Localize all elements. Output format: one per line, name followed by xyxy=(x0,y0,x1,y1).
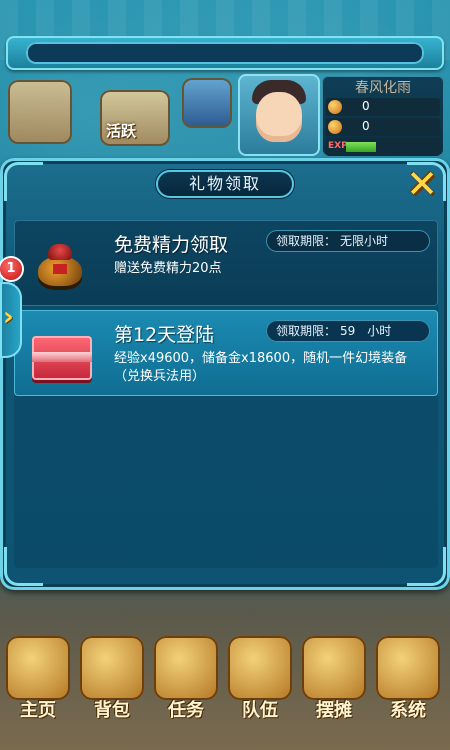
scroll-icon xyxy=(154,636,218,700)
home-icon xyxy=(6,636,70,700)
calendar-icon[interactable] xyxy=(8,80,72,144)
jar-label xyxy=(53,264,67,274)
nav-label: 背包 xyxy=(94,700,130,721)
avatar[interactable] xyxy=(238,74,320,156)
avatar-face xyxy=(256,92,302,142)
bottom-nav: 主页 背包 任务 队伍 摆摊 系统 xyxy=(0,630,450,750)
player-header: 活跃 春风化雨 0 0 EXP xyxy=(0,72,450,158)
gold-icon xyxy=(328,100,342,114)
nav-bag[interactable]: 背包 xyxy=(76,630,148,734)
player-stats: 春风化雨 0 0 EXP xyxy=(322,76,444,156)
coin-icon xyxy=(328,120,342,134)
deadline-badge: 领取期限： 无限小时 xyxy=(266,230,430,252)
reward-description: 赠送免费精力20点 xyxy=(114,261,222,276)
jar-lid xyxy=(48,244,72,260)
nav-team[interactable]: 队伍 xyxy=(224,630,296,734)
gift-panel: 礼物领取 ✕ 免费精力领取 赠送免费精力20点 领取期限： 无限小时 第12天登… xyxy=(0,158,450,590)
deadline-value: 无限小时 xyxy=(340,234,389,248)
deadline-value: 59 小时 xyxy=(340,324,392,338)
exp-label: EXP xyxy=(328,141,348,151)
exp-bar-row: EXP xyxy=(326,138,440,156)
energy-jar-icon xyxy=(24,230,94,296)
exp-bar-fill xyxy=(346,142,376,152)
chest-band xyxy=(32,352,92,362)
skill-icon[interactable] xyxy=(182,78,232,128)
list-item[interactable]: 免费精力领取 赠送免费精力20点 领取期限： 无限小时 xyxy=(14,220,438,306)
panel-corner-decoration xyxy=(4,162,43,201)
stat-row-gold: 0 xyxy=(326,98,440,116)
player-name: 春风化雨 xyxy=(355,80,411,96)
top-title-bar xyxy=(6,36,444,70)
list-item[interactable]: 第12天登陆 经验x49600，储备金x18600，随机一件幻境装备（兑换兵法用… xyxy=(14,310,438,396)
nav-label: 任务 xyxy=(168,700,204,721)
nav-label: 系统 xyxy=(390,700,426,721)
reward-description: 经验x49600，储备金x18600，随机一件幻境装备（兑换兵法用） xyxy=(114,351,408,384)
close-icon[interactable]: ✕ xyxy=(402,162,442,206)
market-icon xyxy=(302,636,366,700)
deadline-label: 领取期限： xyxy=(276,234,337,248)
nav-label: 主页 xyxy=(20,700,56,721)
chest-body xyxy=(32,336,92,380)
side-expand-tab[interactable]: › xyxy=(0,282,22,358)
stat-gold-value: 0 xyxy=(362,99,370,113)
nav-label: 摆摊 xyxy=(316,700,352,721)
chevron-right-icon: › xyxy=(3,302,14,332)
nav-home[interactable]: 主页 xyxy=(2,630,74,734)
backpack-icon xyxy=(80,636,144,700)
nav-market[interactable]: 摆摊 xyxy=(298,630,370,734)
team-icon xyxy=(228,636,292,700)
reward-list: 免费精力领取 赠送免费精力20点 领取期限： 无限小时 第12天登陆 经验x49… xyxy=(14,220,438,568)
reward-name: 第12天登陆 xyxy=(114,324,215,346)
stat-coin-value: 0 xyxy=(362,119,370,133)
stat-row-coin: 0 xyxy=(326,118,440,136)
deadline-label: 领取期限： xyxy=(276,324,337,338)
gear-icon xyxy=(376,636,440,700)
nav-system[interactable]: 系统 xyxy=(372,630,444,734)
notification-badge: 1 xyxy=(0,258,22,280)
activity-label: 活跃 xyxy=(106,122,137,140)
nav-quest[interactable]: 任务 xyxy=(150,630,222,734)
top-title-bar-field xyxy=(26,42,424,64)
nav-label: 队伍 xyxy=(242,700,278,721)
deadline-badge: 领取期限： 59 小时 xyxy=(266,320,430,342)
panel-title: 礼物领取 xyxy=(156,170,294,198)
gift-chest-icon xyxy=(24,320,94,386)
reward-name: 免费精力领取 xyxy=(114,234,229,256)
